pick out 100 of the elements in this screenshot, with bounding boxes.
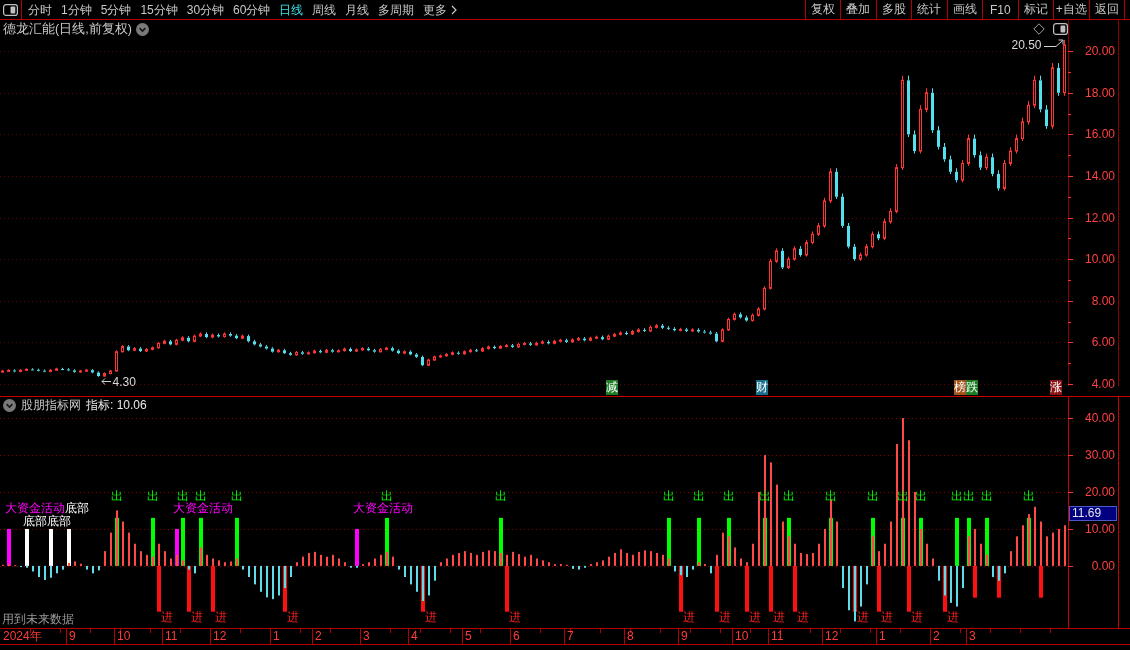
note-text: 用到未来数据 — [2, 613, 74, 626]
indicator-bar — [266, 565, 268, 598]
indicator-bar — [740, 558, 742, 566]
dropdown-icon[interactable] — [135, 23, 149, 36]
indicator-bar — [254, 565, 256, 585]
indicator-bar — [704, 564, 706, 566]
indicator-bar — [56, 565, 58, 574]
indicator-bar — [176, 554, 178, 566]
toolbar-button[interactable]: 标记 — [1017, 0, 1053, 19]
indicator-bar — [146, 554, 148, 566]
toolbar-button[interactable]: 叠加 — [840, 0, 876, 19]
toolbar-button[interactable]: 多股 — [875, 0, 911, 19]
indicator-bar — [404, 565, 406, 577]
period-tab[interactable]: 多周期 — [378, 1, 415, 18]
period-tab[interactable]: 周线 — [312, 1, 337, 18]
period-tab[interactable]: 日线 — [279, 1, 304, 18]
sell-signal-label: 出 — [111, 489, 123, 502]
indicator-bar — [488, 550, 490, 566]
indicator-bar — [332, 554, 334, 566]
indicator-bar — [524, 556, 526, 566]
indicator-reading: 指标: 10.06 — [86, 398, 147, 413]
sell-signal-label: 出 — [1023, 489, 1035, 502]
month-label: 7 — [567, 630, 574, 643]
indicator-bar — [506, 554, 508, 566]
event-tag[interactable]: 涨 — [1050, 380, 1062, 395]
event-tag[interactable]: 财 — [756, 380, 768, 395]
panel-toggle-icon[interactable] — [3, 3, 18, 16]
panel-toggle-icon[interactable] — [1053, 23, 1068, 35]
indicator-bar — [392, 556, 394, 566]
indicator-bar — [584, 565, 586, 568]
indicator-bar — [890, 521, 892, 566]
indicator-bar — [596, 562, 598, 566]
more-menu[interactable]: 更多 — [423, 1, 458, 18]
buy-signal-label: 进 — [797, 610, 809, 623]
buy-signal-label: 进 — [161, 610, 173, 623]
diamond-icon[interactable] — [1033, 23, 1045, 35]
event-tag[interactable]: 榜 — [954, 380, 966, 395]
indicator-bar — [98, 565, 100, 571]
month-label: 2 — [315, 630, 322, 643]
indicator-bar — [134, 543, 136, 566]
indicator-bar — [308, 552, 310, 566]
indicator-bar — [878, 551, 880, 566]
period-tab[interactable]: 60分钟 — [233, 1, 271, 18]
indicator-bar — [74, 561, 76, 566]
indicator-bar — [152, 556, 154, 566]
indicator-bar — [926, 543, 928, 566]
indicator-bar — [326, 556, 328, 566]
indicator-bar — [422, 565, 424, 601]
indicator-bar — [368, 562, 370, 566]
period-tab[interactable]: 30分钟 — [186, 1, 225, 18]
indicator-bar — [32, 565, 34, 572]
indicator-bar — [734, 547, 736, 566]
month-label: 3 — [969, 630, 976, 643]
indicator-bar — [944, 565, 946, 596]
indicator-bar — [296, 562, 298, 566]
toolbar-button[interactable]: +自选 — [1053, 0, 1089, 19]
sell-signal-label: 出 — [723, 489, 735, 502]
buy-signal-label: 进 — [881, 610, 893, 623]
period-tab[interactable]: 15分钟 — [140, 1, 178, 18]
period-tab[interactable]: 1分钟 — [61, 1, 92, 18]
indicator-bar — [128, 532, 130, 566]
buy-signal-label: 进 — [509, 610, 521, 623]
indicator-bar — [950, 565, 952, 603]
toolbar-button[interactable]: 返回 — [1088, 0, 1124, 19]
indicator-bar — [956, 565, 958, 607]
indicator-bar — [68, 562, 70, 566]
buy-signal-label: 进 — [191, 610, 203, 623]
indicator-bar — [710, 565, 712, 574]
month-label: 6 — [513, 630, 520, 643]
event-tag[interactable]: 跌 — [966, 380, 978, 395]
indicator-bar — [62, 565, 64, 570]
indicator-bar — [824, 528, 826, 566]
period-tab[interactable]: 月线 — [345, 1, 370, 18]
toolbar-button[interactable]: 统计 — [911, 0, 947, 19]
indicator-bar — [560, 564, 562, 566]
toolbar-button[interactable]: 复权 — [804, 0, 840, 19]
indicator-bar — [284, 565, 286, 589]
indicator-bar — [1064, 525, 1066, 566]
sell-signal-label: 出 — [147, 489, 159, 502]
indicator-bar — [932, 558, 934, 566]
indicator-bar — [446, 558, 448, 566]
indicator-bar — [866, 565, 868, 585]
toolbar-button[interactable]: 画线 — [946, 0, 982, 19]
indicator-bar — [470, 552, 472, 566]
event-tag[interactable]: 减 — [606, 380, 618, 395]
axis-label: 6.00 — [1091, 336, 1115, 349]
period-tab[interactable]: 5分钟 — [100, 1, 132, 18]
indicator-bar — [14, 565, 16, 567]
axis-label: 14.00 — [1084, 169, 1115, 182]
indicator-bar — [104, 551, 106, 566]
bottom-signal-label: 底部 — [65, 501, 89, 514]
buy-signal-label: 进 — [683, 610, 695, 623]
toolbar-button[interactable]: F10 — [982, 0, 1018, 19]
indicator-bar — [92, 565, 94, 574]
indicator-bar — [290, 565, 292, 577]
axis-label: 16.00 — [1084, 128, 1115, 141]
indicator-bar — [794, 543, 796, 566]
period-tab[interactable]: 分时 — [28, 1, 52, 18]
indicator-bar — [698, 562, 700, 566]
dropdown-icon[interactable] — [3, 399, 16, 412]
